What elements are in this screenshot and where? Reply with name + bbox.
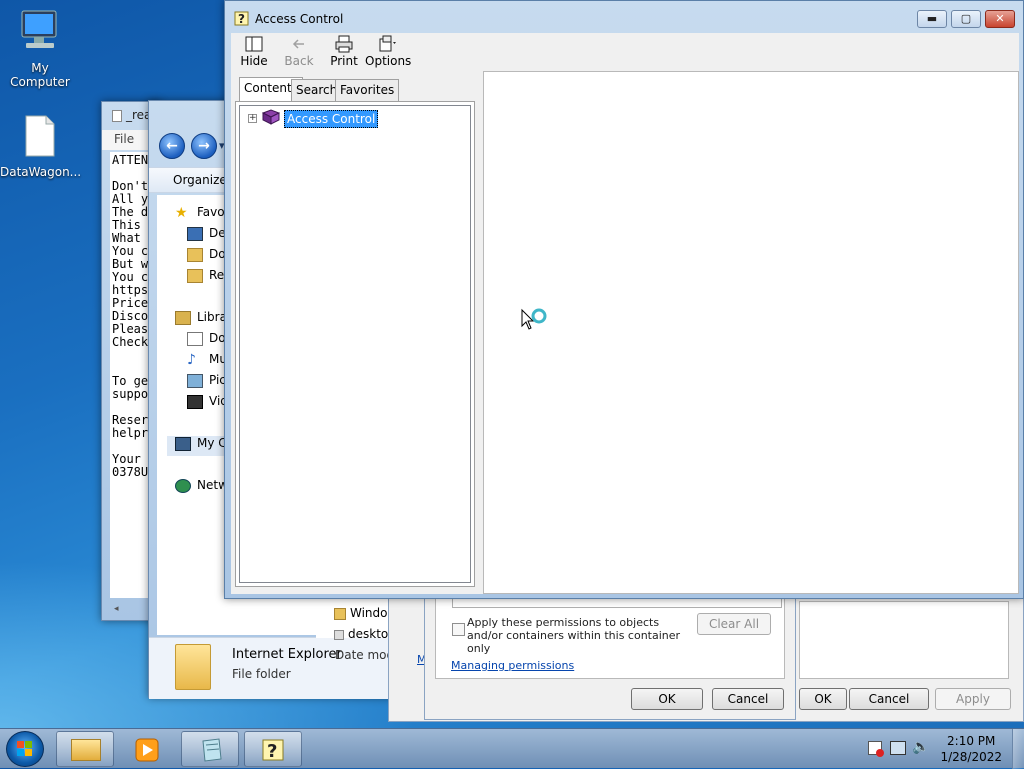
- outer-list-pane: [799, 601, 1009, 679]
- notepad-icon: [202, 738, 222, 762]
- clear-all-button[interactable]: Clear All: [697, 613, 771, 635]
- contents-tree-frame: + Access Control: [235, 101, 475, 587]
- recent-places-icon: [187, 268, 203, 283]
- desktop-icon-my-computer[interactable]: My Computer: [0, 8, 80, 89]
- list-item[interactable]: deskto: [334, 627, 388, 641]
- contents-tree[interactable]: + Access Control: [239, 105, 471, 583]
- tab-favorites[interactable]: Favorites: [335, 79, 400, 101]
- network-icon: [175, 478, 191, 493]
- libraries-icon: [175, 310, 191, 325]
- scroll-left-arrow-icon[interactable]: ◂: [114, 604, 124, 614]
- help-content-pane[interactable]: [483, 71, 1019, 594]
- printer-icon: [335, 35, 353, 53]
- document-icon: [187, 331, 203, 346]
- print-button[interactable]: Print: [327, 35, 361, 68]
- desktop-icon: [187, 226, 203, 241]
- svg-text:?: ?: [267, 741, 277, 762]
- network-icon[interactable]: [890, 741, 906, 755]
- folder-icon: [175, 644, 211, 690]
- clock[interactable]: 2:10 PM 1/28/2022: [940, 733, 1002, 765]
- expand-plus-icon[interactable]: +: [248, 114, 257, 123]
- hide-button[interactable]: Hide: [237, 35, 271, 68]
- file-icon: [25, 115, 55, 157]
- forward-arrow-icon[interactable]: →: [191, 133, 217, 159]
- tree-node-access-control[interactable]: Access Control: [284, 110, 379, 128]
- outer-cancel-button[interactable]: Cancel: [849, 688, 929, 710]
- downloads-folder-icon: [187, 247, 203, 262]
- details-type: File folder: [232, 667, 291, 681]
- help-window-title: Access Control: [255, 12, 344, 26]
- options-icon: [379, 35, 396, 52]
- nav-music[interactable]: ♪ Mu: [187, 352, 227, 372]
- desktop-icon-label: DataWagon...: [0, 165, 82, 179]
- apply-to-container-checkbox[interactable]: [452, 623, 465, 636]
- nav-favorites[interactable]: ★ Favor: [175, 205, 230, 225]
- close-icon[interactable]: ✕: [985, 10, 1015, 28]
- managing-permissions-link[interactable]: Managing permissions: [451, 659, 574, 672]
- star-icon: ★: [175, 204, 188, 221]
- media-player-icon: [135, 738, 159, 762]
- outer-ok-button[interactable]: OK: [799, 688, 847, 710]
- desktop-icon-datawagon[interactable]: DataWagon...: [0, 114, 82, 179]
- details-date-label: Date mod: [335, 648, 395, 662]
- notepad-icon: [112, 109, 122, 122]
- desktop-icon-label: My Computer: [10, 61, 70, 89]
- taskbar-media-player-button[interactable]: [118, 731, 176, 767]
- permission-entry-dialog[interactable]: Apply these permissions to objects and/o…: [424, 590, 796, 720]
- explorer-file-list: Windo deskto: [316, 598, 388, 641]
- hide-pane-icon: [245, 36, 263, 52]
- outer-apply-button[interactable]: Apply: [935, 688, 1011, 710]
- pictures-icon: [187, 373, 203, 388]
- ok-button[interactable]: OK: [631, 688, 703, 710]
- help-window[interactable]: ? Access Control ▬ ▢ ✕ Hide Back Print O…: [224, 0, 1024, 599]
- book-icon: [262, 109, 280, 125]
- nav-libraries[interactable]: Libra: [175, 310, 227, 330]
- options-button[interactable]: Options: [365, 35, 411, 68]
- taskbar: ? 🔈 2:10 PM 1/28/2022: [0, 728, 1024, 769]
- computer-icon: [21, 10, 57, 48]
- apply-to-container-label: Apply these permissions to objects and/o…: [467, 616, 681, 655]
- show-desktop-button[interactable]: [1012, 729, 1024, 769]
- back-arrow-icon: [292, 39, 304, 49]
- nav-network[interactable]: Netw: [175, 478, 228, 498]
- taskbar-notepad-button[interactable]: [181, 731, 239, 767]
- busy-cursor-icon: [521, 308, 547, 330]
- nav-videos[interactable]: Vid: [187, 394, 228, 414]
- computer-icon: [175, 436, 191, 451]
- help-titlebar[interactable]: ? Access Control ▬ ▢ ✕: [225, 1, 1023, 33]
- windows-logo-icon: [17, 741, 32, 756]
- folder-icon: [71, 739, 101, 761]
- system-tray: 🔈 2:10 PM 1/28/2022: [854, 729, 1024, 769]
- back-button[interactable]: Back: [283, 35, 315, 68]
- clock-date: 1/28/2022: [940, 750, 1002, 764]
- help-question-icon: ?: [234, 11, 249, 26]
- folder-icon: [334, 607, 346, 620]
- taskbar-help-button[interactable]: ?: [244, 731, 302, 767]
- action-center-flag-icon[interactable]: [868, 741, 884, 757]
- volume-icon[interactable]: 🔈: [912, 739, 929, 755]
- cancel-button[interactable]: Cancel: [712, 688, 784, 710]
- minimize-icon[interactable]: ▬: [917, 10, 947, 28]
- music-note-icon: ♪: [187, 351, 196, 368]
- clock-time: 2:10 PM: [947, 734, 996, 748]
- file-icon: [334, 629, 344, 640]
- details-name: Internet Explorer: [232, 647, 342, 662]
- help-question-icon: ?: [262, 739, 284, 762]
- back-arrow-icon[interactable]: ←: [159, 133, 185, 159]
- svg-text:?: ?: [238, 12, 245, 26]
- details-pane: Internet Explorer File folder Date mod: [149, 637, 399, 699]
- taskbar-explorer-button[interactable]: [56, 731, 114, 767]
- list-item[interactable]: Windo: [334, 606, 388, 620]
- maximize-icon[interactable]: ▢: [951, 10, 981, 28]
- help-toolbar: Hide Back Print Options: [231, 33, 1019, 71]
- start-button[interactable]: [6, 731, 44, 767]
- help-navigation-pane: Contents Search Favorites + Access Contr…: [231, 71, 483, 594]
- film-icon: [187, 394, 203, 409]
